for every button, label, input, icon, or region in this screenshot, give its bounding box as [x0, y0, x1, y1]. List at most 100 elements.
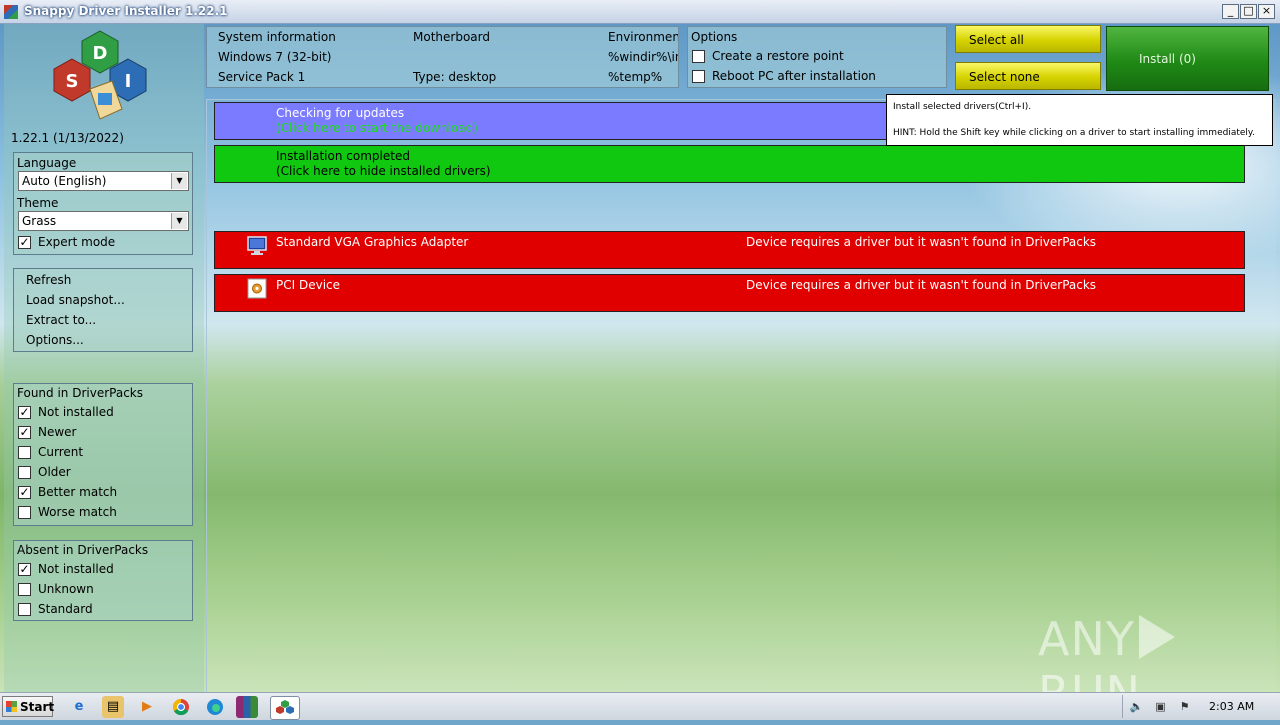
chevron-down-icon: ▼ [171, 213, 187, 229]
start-download-link[interactable]: (Click here to start the download) [276, 121, 478, 135]
expert-mode-checkbox[interactable]: ✓ [18, 236, 31, 249]
version-label: 1.22.1 (1/13/2022) [11, 131, 124, 145]
app-icon [4, 5, 18, 19]
select-none-label: Select none [969, 70, 1040, 84]
found-older-checkbox[interactable] [18, 466, 31, 479]
found-better-match-label: Better match [38, 485, 118, 499]
absent-filter-group: Absent in DriverPacks ✓ Not installed Un… [13, 540, 193, 621]
monitor-icon [247, 236, 267, 255]
found-worse-match-label: Worse match [38, 505, 117, 519]
found-newer-label: Newer [38, 425, 77, 439]
found-older-label: Older [38, 465, 71, 479]
extract-to-menu-item[interactable]: Extract to... [26, 313, 96, 327]
theme-dropdown[interactable]: Grass ▼ [18, 211, 189, 231]
reboot-checkbox[interactable] [692, 70, 705, 83]
device-row-vga[interactable]: Standard VGA Graphics Adapter Device req… [214, 231, 1245, 269]
absent-unknown-label: Unknown [38, 582, 94, 596]
absent-filter-title: Absent in DriverPacks [17, 543, 149, 557]
tooltip-line-2: HINT: Hold the Shift key while clicking … [893, 128, 1255, 138]
window-title: Snappy Driver Installer 1.22.1 [24, 4, 228, 18]
device-status-pci: Device requires a driver but it wasn't f… [746, 278, 1097, 292]
absent-standard-label: Standard [38, 602, 93, 616]
clock[interactable]: 2:03 AM [1209, 700, 1254, 713]
theme-value: Grass [22, 214, 57, 228]
actions-menu: Refresh Load snapshot... Extract to... O… [13, 268, 193, 352]
found-newer-checkbox[interactable]: ✓ [18, 426, 31, 439]
select-all-button[interactable]: Select all [955, 25, 1101, 53]
device-status-vga: Device requires a driver but it wasn't f… [746, 235, 1097, 249]
watermark-left: ANY [1038, 612, 1135, 666]
sdi-taskbar-icon[interactable] [270, 696, 300, 720]
install-tooltip: Install selected drivers(Ctrl+I). HINT: … [886, 94, 1273, 146]
motherboard-header: Motherboard [413, 30, 490, 44]
device-row-pci[interactable]: PCI Device Device requires a driver but … [214, 274, 1245, 312]
taskbar: Start e ▤ ▶ 🔈 ▣ ⚑ 2:03 AM [0, 692, 1280, 720]
options-panel: Options Create a restore point Reboot PC… [687, 26, 947, 88]
install-label: Install (0) [1139, 52, 1196, 66]
tooltip-line-1: Install selected drivers(Ctrl+I). [893, 102, 1032, 112]
chrome-icon[interactable] [170, 696, 192, 718]
minimize-button[interactable]: _ [1222, 4, 1239, 19]
options-title: Options [691, 30, 738, 44]
svg-text:D: D [93, 43, 108, 64]
title-bar: Snappy Driver Installer 1.22.1 _ □ × [0, 0, 1280, 24]
completed-title: Installation completed [276, 149, 410, 163]
found-filter-title: Found in DriverPacks [17, 386, 143, 400]
expert-mode-label: Expert mode [38, 235, 116, 249]
temp-path: %temp% [608, 70, 663, 84]
svg-text:I: I [125, 71, 132, 92]
windows-flag-icon [6, 701, 17, 712]
system-info-panel: System information Windows 7 (32-bit) Se… [206, 26, 679, 88]
ie-icon[interactable]: e [68, 696, 90, 718]
found-current-checkbox[interactable] [18, 446, 31, 459]
driver-list [206, 99, 1276, 692]
settings-group: Language Auto (English) ▼ Theme Grass ▼ … [13, 152, 193, 255]
load-snapshot-menu-item[interactable]: Load snapshot... [26, 293, 125, 307]
install-button[interactable]: Install (0) [1106, 26, 1269, 91]
refresh-menu-item[interactable]: Refresh [26, 273, 71, 287]
found-better-match-checkbox[interactable]: ✓ [18, 486, 31, 499]
options-menu-item[interactable]: Options... [26, 333, 84, 347]
found-not-installed-label: Not installed [38, 405, 114, 419]
machine-type: Type: desktop [413, 70, 497, 84]
device-name-vga: Standard VGA Graphics Adapter [276, 235, 469, 249]
found-not-installed-checkbox[interactable]: ✓ [18, 406, 31, 419]
pci-device-icon [247, 278, 267, 299]
reboot-label: Reboot PC after installation [712, 69, 876, 83]
absent-not-installed-checkbox[interactable]: ✓ [18, 563, 31, 576]
environment-header: Environment [608, 30, 679, 44]
winrar-icon[interactable] [236, 696, 258, 718]
absent-not-installed-label: Not installed [38, 562, 114, 576]
absent-standard-checkbox[interactable] [18, 603, 31, 616]
volume-icon[interactable]: 🔈 [1129, 699, 1144, 714]
restore-point-label: Create a restore point [712, 49, 844, 63]
svg-text:S: S [66, 71, 79, 92]
updates-title: Checking for updates [276, 106, 405, 120]
media-player-icon[interactable]: ▶ [136, 696, 158, 718]
language-label: Language [17, 156, 77, 170]
found-worse-match-checkbox[interactable] [18, 506, 31, 519]
action-center-flag-icon[interactable]: ⚑ [1177, 699, 1192, 714]
select-none-button[interactable]: Select none [955, 62, 1101, 90]
chevron-down-icon: ▼ [171, 173, 187, 189]
theme-label: Theme [17, 196, 59, 210]
installation-completed-row[interactable]: Installation completed (Click here to hi… [214, 145, 1245, 183]
close-button[interactable]: × [1258, 4, 1275, 19]
start-button[interactable]: Start [2, 696, 55, 717]
hide-installed-link: (Click here to hide installed drivers) [276, 164, 491, 178]
windir-path: %windir%\in [608, 50, 679, 64]
device-name-pci: PCI Device [276, 278, 341, 292]
explorer-icon[interactable]: ▤ [102, 696, 124, 718]
absent-unknown-checkbox[interactable] [18, 583, 31, 596]
edge-icon[interactable] [204, 696, 226, 718]
found-filter-group: Found in DriverPacks ✓ Not installed ✓ N… [13, 383, 193, 526]
found-current-label: Current [38, 445, 84, 459]
network-icon[interactable]: ▣ [1153, 699, 1168, 714]
system-tray: 🔈 ▣ ⚑ 2:03 AM [1122, 695, 1277, 718]
system-info-header: System information [218, 30, 336, 44]
language-dropdown[interactable]: Auto (English) ▼ [18, 171, 189, 191]
start-label: Start [20, 700, 55, 714]
maximize-button[interactable]: □ [1240, 4, 1257, 19]
restore-point-checkbox[interactable] [692, 50, 705, 63]
select-all-label: Select all [969, 33, 1024, 47]
